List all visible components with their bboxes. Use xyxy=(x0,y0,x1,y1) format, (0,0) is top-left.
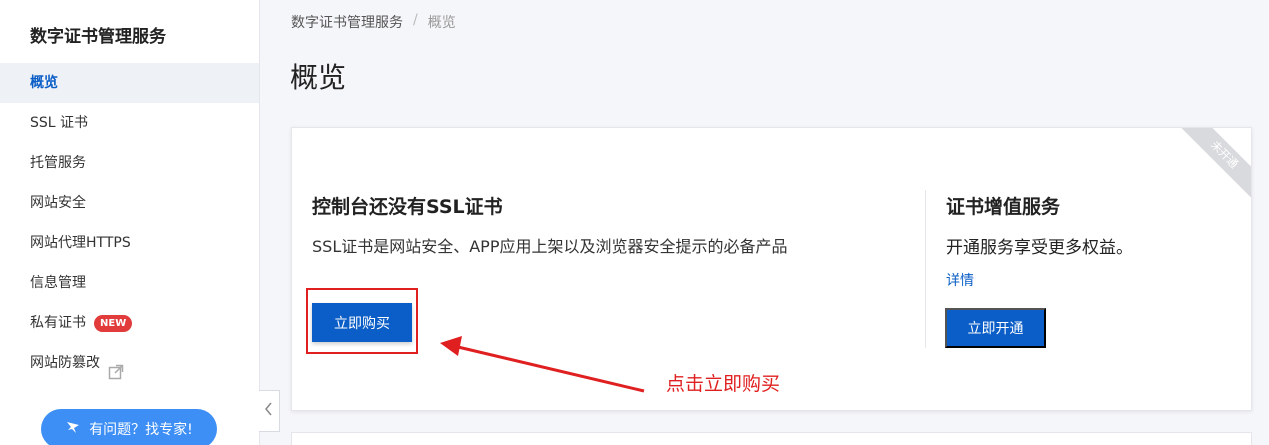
dingtalk-icon xyxy=(65,419,81,439)
sidebar-item-private-cert[interactable]: 私有证书 NEW xyxy=(0,303,259,343)
annotation-text: 点击立即购买 xyxy=(666,373,781,395)
breadcrumb-current: 概览 xyxy=(427,15,456,31)
sidebar-item-ssl-cert[interactable]: SSL 证书 xyxy=(0,103,259,143)
new-badge: NEW xyxy=(94,314,133,332)
ask-expert-label: 有问题？找专家! xyxy=(89,422,193,438)
ssl-empty-desc: SSL证书是网站安全、APP应用上架以及浏览器安全提示的必备产品 xyxy=(312,237,788,256)
sidebar-item-label: SSL 证书 xyxy=(30,115,89,131)
ask-expert-button[interactable]: 有问题？找专家! xyxy=(41,409,217,445)
sidebar-item-label: 概览 xyxy=(30,75,58,91)
sidebar-item-label: 网站防篡改 xyxy=(30,355,100,371)
sidebar-item-label: 私有证书 xyxy=(30,315,86,331)
sidebar-item-label: 托管服务 xyxy=(30,155,86,171)
sidebar-item-tamper-protection[interactable]: 网站防篡改 xyxy=(0,343,259,383)
external-link-icon xyxy=(108,356,124,380)
sidebar-collapse-toggle[interactable] xyxy=(259,390,280,432)
ssl-empty-title: 控制台还没有SSL证书 xyxy=(312,196,503,218)
breadcrumb-separator: / xyxy=(413,12,418,28)
value-added-desc: 开通服务享受更多权益。 xyxy=(946,238,1133,258)
ssl-empty-section: 控制台还没有SSL证书 SSL证书是网站安全、APP应用上架以及浏览器安全提示的… xyxy=(312,192,812,260)
buy-now-button[interactable]: 立即购买 xyxy=(312,303,412,342)
chevron-left-icon xyxy=(264,401,274,421)
sidebar-item-hosting[interactable]: 托管服务 xyxy=(0,143,259,183)
sidebar-item-info-management[interactable]: 信息管理 xyxy=(0,263,259,303)
breadcrumb: 数字证书管理服务 / 概览 xyxy=(291,12,456,32)
sidebar-item-overview[interactable]: 概览 xyxy=(0,63,259,103)
details-link[interactable]: 详情 xyxy=(946,270,1226,290)
sidebar: 数字证书管理服务 概览 SSL 证书 托管服务 网站安全 网站代理HTTPS 信… xyxy=(0,0,260,445)
breadcrumb-root[interactable]: 数字证书管理服务 xyxy=(291,12,403,32)
sidebar-title: 数字证书管理服务 xyxy=(30,27,166,47)
sidebar-item-label: 网站安全 xyxy=(30,195,86,211)
page-title: 概览 xyxy=(290,61,347,94)
sidebar-item-https-proxy[interactable]: 网站代理HTTPS xyxy=(0,223,259,263)
value-added-section: 证书增值服务 开通服务享受更多权益。 详情 xyxy=(946,192,1226,290)
value-added-title: 证书增值服务 xyxy=(946,196,1061,218)
sidebar-nav: 概览 SSL 证书 托管服务 网站安全 网站代理HTTPS 信息管理 私有证书 … xyxy=(0,63,259,383)
activate-now-button[interactable]: 立即开通 xyxy=(945,308,1046,348)
secondary-card xyxy=(291,432,1252,445)
status-ribbon-label: 未开通 xyxy=(1177,128,1251,202)
section-divider xyxy=(925,190,926,348)
sidebar-item-label: 网站代理HTTPS xyxy=(30,235,131,251)
sidebar-item-website-security[interactable]: 网站安全 xyxy=(0,183,259,223)
sidebar-item-label: 信息管理 xyxy=(30,275,86,291)
